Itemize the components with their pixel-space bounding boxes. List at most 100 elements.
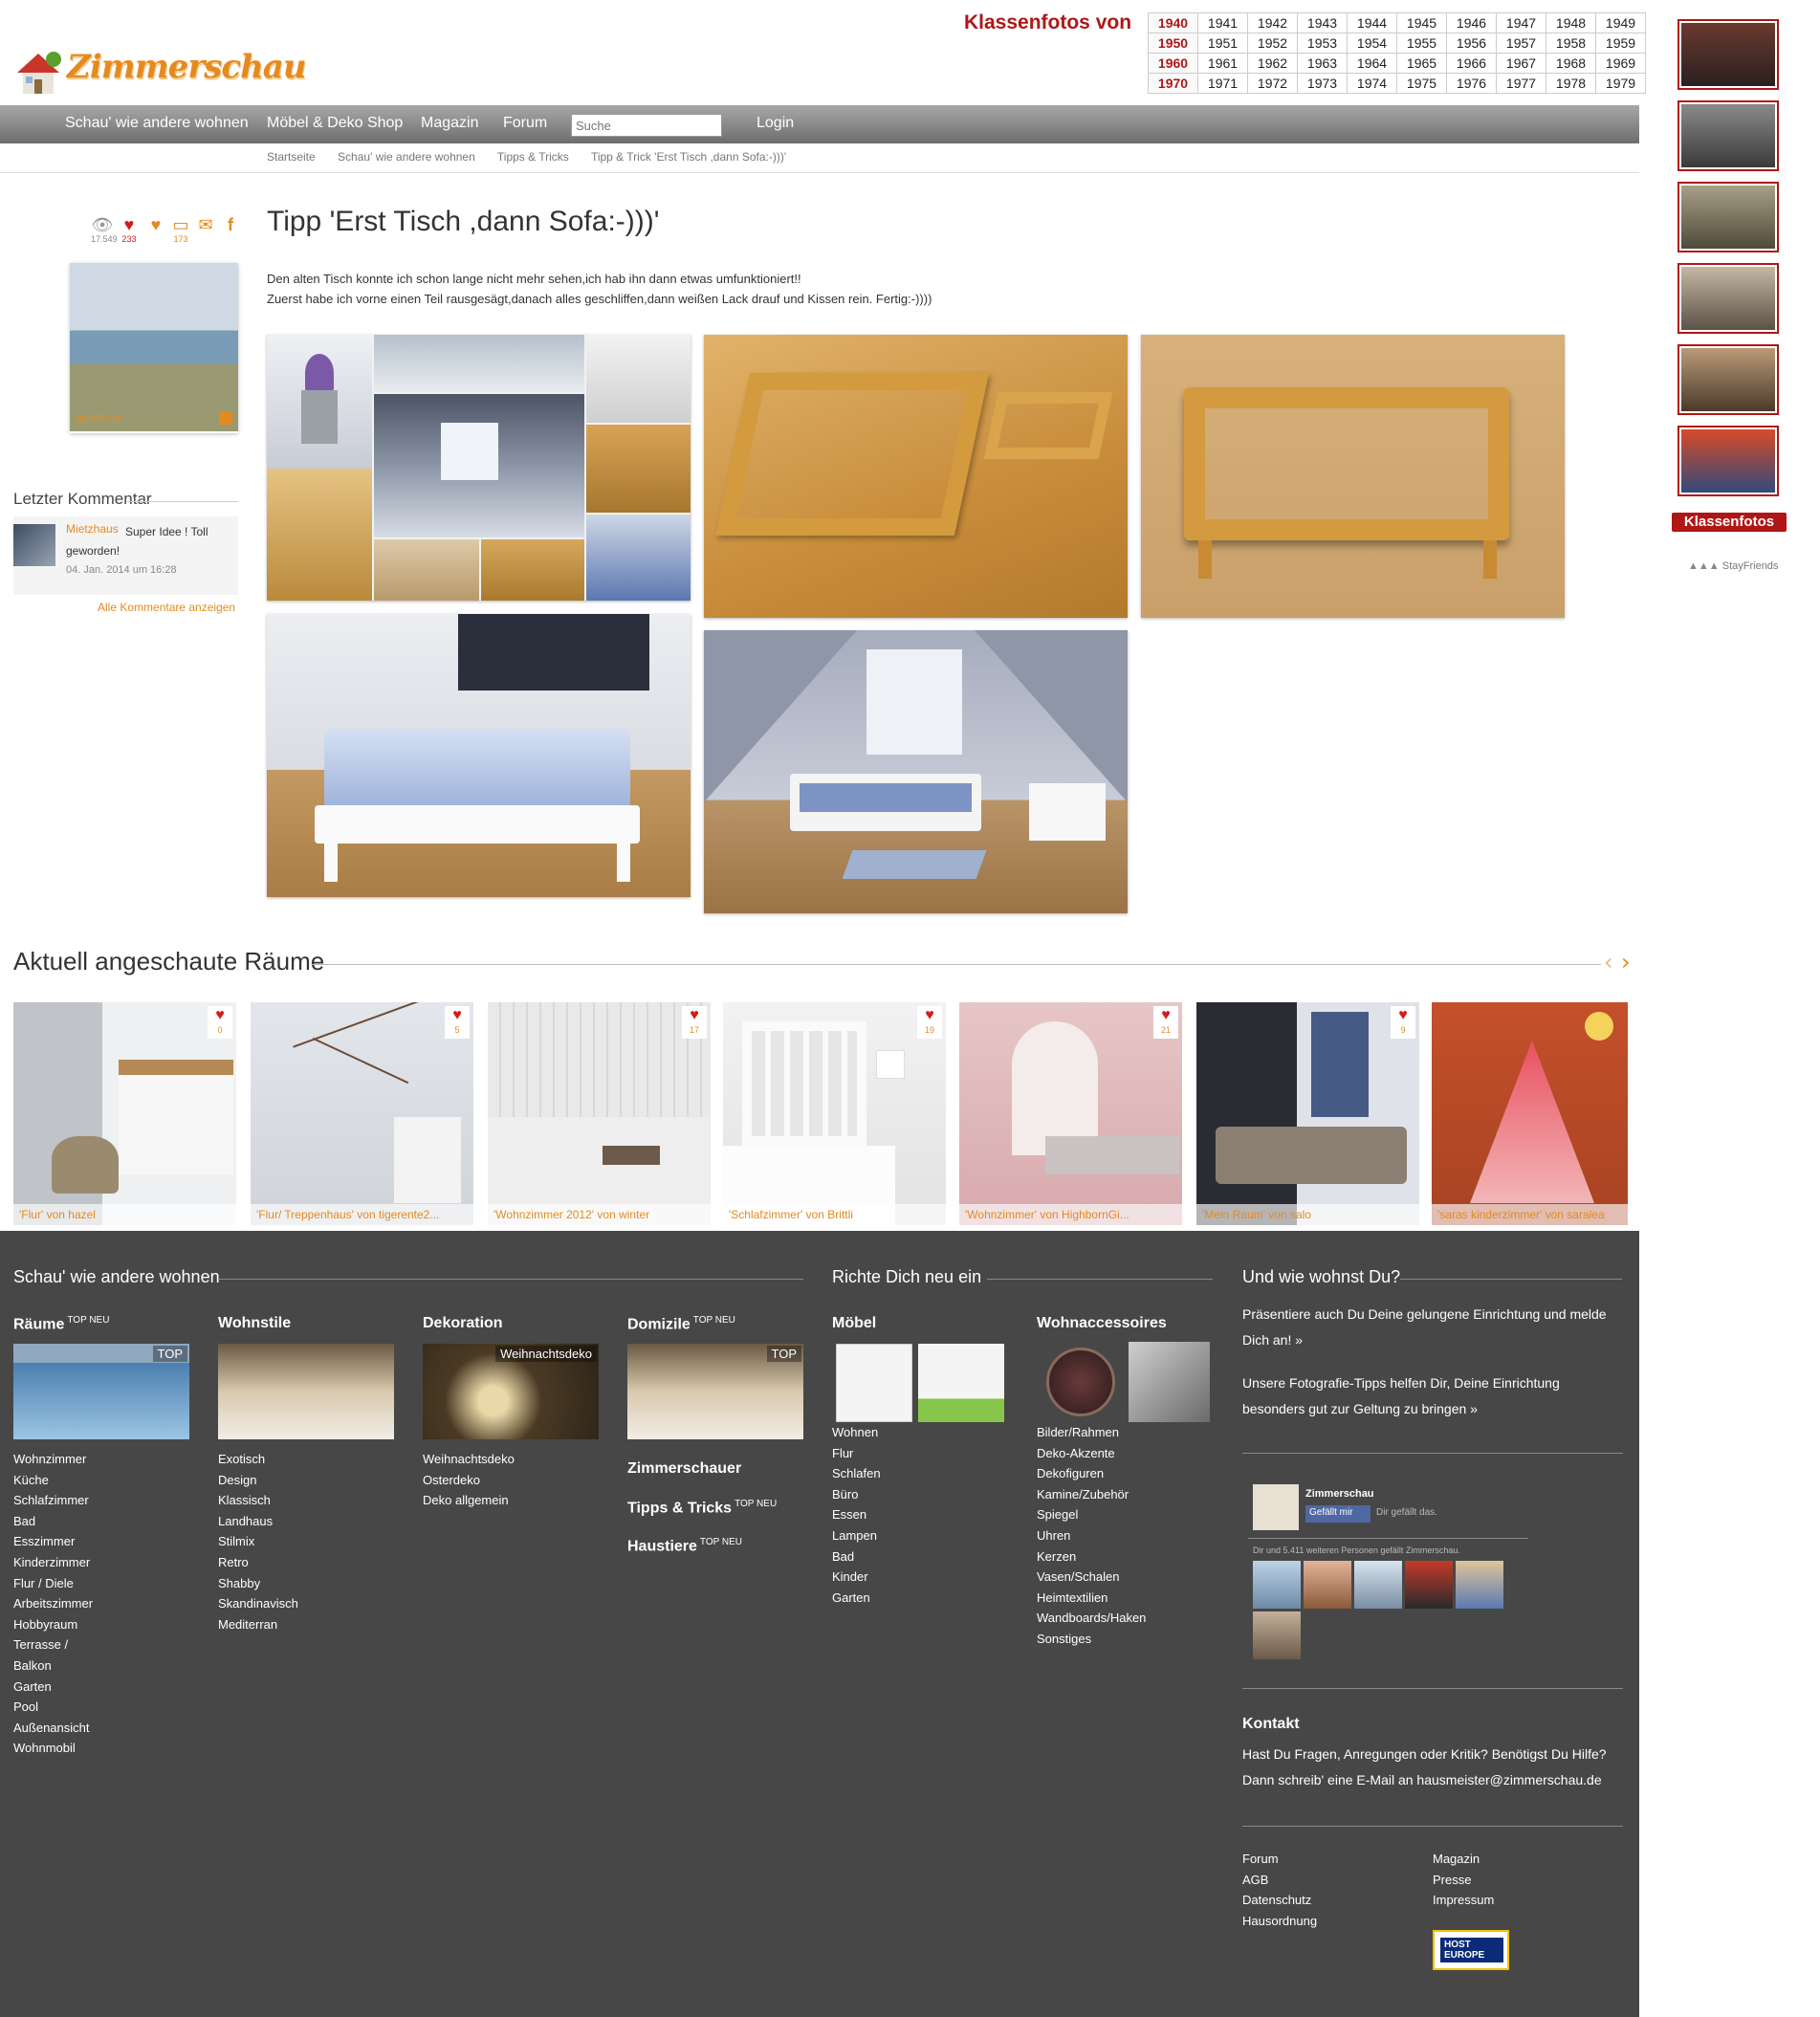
footer-link[interactable]: Schlafzimmer bbox=[13, 1490, 93, 1511]
footer-link[interactable]: Balkon bbox=[13, 1655, 93, 1677]
year-link[interactable]: 1950 bbox=[1148, 33, 1198, 54]
footer-link[interactable]: Shabby bbox=[218, 1573, 298, 1594]
year-link[interactable]: 1974 bbox=[1347, 73, 1397, 94]
year-link[interactable]: 1978 bbox=[1546, 73, 1596, 94]
year-link[interactable]: 1961 bbox=[1197, 53, 1248, 74]
likes-stat[interactable]: ♥ 233 bbox=[118, 215, 141, 244]
footer-link[interactable]: Design bbox=[218, 1470, 298, 1491]
like-badge[interactable]: ♥ 5 bbox=[445, 1006, 470, 1039]
footer-img-dekoration[interactable]: Weihnachtsdeko bbox=[423, 1344, 599, 1439]
breadcrumb-schau[interactable]: Schau' wie andere wohnen bbox=[338, 150, 475, 164]
footer-cat-wohnstile[interactable]: Wohnstile bbox=[218, 1315, 291, 1332]
klassenfotos-button[interactable]: Klassenfotos bbox=[1672, 513, 1787, 532]
klassenfoto-thumbnail[interactable] bbox=[1677, 100, 1779, 171]
year-link[interactable]: 1955 bbox=[1396, 33, 1447, 54]
year-link[interactable]: 1952 bbox=[1247, 33, 1298, 54]
avatar[interactable] bbox=[1405, 1561, 1453, 1609]
footer-link[interactable]: Datenschutz bbox=[1242, 1890, 1317, 1911]
year-link[interactable]: 1973 bbox=[1297, 73, 1348, 94]
footer-link[interactable]: Garten bbox=[13, 1677, 93, 1698]
stayfriends-logo[interactable]: ▲▲▲ StayFriends bbox=[1688, 560, 1778, 572]
footer-link[interactable]: Essen bbox=[832, 1504, 881, 1525]
author-name[interactable]: grandhasi bbox=[76, 412, 121, 424]
footer-link[interactable]: Schlafen bbox=[832, 1463, 881, 1484]
year-link[interactable]: 1967 bbox=[1496, 53, 1546, 74]
year-link[interactable]: 1941 bbox=[1197, 12, 1248, 33]
footer-link[interactable]: Klassisch bbox=[218, 1490, 298, 1511]
klassenfoto-thumbnail[interactable] bbox=[1677, 19, 1779, 90]
footer-link[interactable]: Bad bbox=[13, 1511, 93, 1532]
footer-link[interactable]: Heimtextilien bbox=[1037, 1588, 1146, 1609]
footer-link[interactable]: Kinder bbox=[832, 1567, 881, 1588]
footer-link[interactable]: Osterdeko bbox=[423, 1470, 515, 1491]
footer-link[interactable]: Retro bbox=[218, 1552, 298, 1573]
mirror-image[interactable] bbox=[1129, 1342, 1210, 1422]
recent-room-card[interactable]: 'saras kinderzimmer' von saralea bbox=[1432, 1002, 1628, 1225]
nav-login[interactable]: Login bbox=[757, 115, 794, 132]
footer-cat-dekoration[interactable]: Dekoration bbox=[423, 1315, 503, 1332]
footer-link[interactable]: Außenansicht bbox=[13, 1718, 93, 1739]
footer-img-domizile[interactable]: TOP bbox=[627, 1344, 803, 1439]
facebook-page-logo[interactable] bbox=[1253, 1484, 1299, 1530]
avatar[interactable] bbox=[1304, 1561, 1351, 1609]
year-link[interactable]: 1971 bbox=[1197, 73, 1248, 94]
footer-link[interactable]: Impressum bbox=[1433, 1890, 1494, 1911]
footer-link[interactable]: Mediterran bbox=[218, 1614, 298, 1635]
like-badge[interactable]: ♥ 9 bbox=[1391, 1006, 1415, 1039]
footer-link[interactable]: Deko-Akzente bbox=[1037, 1443, 1146, 1464]
like-badge[interactable]: ♥ 21 bbox=[1153, 1006, 1178, 1039]
footer-cat-domizile[interactable]: Domizile TOP NEU bbox=[627, 1315, 735, 1333]
register-text[interactable]: Präsentiere auch Du Deine gelungene Einr… bbox=[1242, 1302, 1625, 1353]
year-link[interactable]: 1954 bbox=[1347, 33, 1397, 54]
contact-text[interactable]: Hast Du Fragen, Anregungen oder Kritik? … bbox=[1242, 1742, 1625, 1793]
footer-link[interactable]: Skandinavisch bbox=[218, 1593, 298, 1614]
breadcrumb-tipps[interactable]: Tipps & Tricks bbox=[497, 150, 569, 164]
footer-link[interactable]: Wohnmobil bbox=[13, 1738, 93, 1759]
year-link[interactable]: 1964 bbox=[1347, 53, 1397, 74]
footer-link[interactable]: AGB bbox=[1242, 1870, 1317, 1891]
year-link[interactable]: 1966 bbox=[1446, 53, 1497, 74]
footer-link[interactable]: Dekofiguren bbox=[1037, 1463, 1146, 1484]
footer-link[interactable]: Weihnachtsdeko bbox=[423, 1449, 515, 1470]
footer-link[interactable]: Wohnen bbox=[832, 1422, 881, 1443]
footer-link[interactable]: Pool bbox=[13, 1697, 93, 1718]
year-link[interactable]: 1958 bbox=[1546, 33, 1596, 54]
nav-forum[interactable]: Forum bbox=[503, 115, 547, 132]
year-link[interactable]: 1949 bbox=[1595, 12, 1646, 33]
footer-link[interactable]: Garten bbox=[832, 1588, 881, 1609]
footer-link[interactable]: Deko allgemein bbox=[423, 1490, 515, 1511]
room-caption[interactable]: 'saras kinderzimmer' von saralea bbox=[1432, 1204, 1628, 1225]
recent-room-card[interactable]: ♥ 9 'Mein Raum' von salo bbox=[1196, 1002, 1419, 1225]
footer-link[interactable]: Bilder/Rahmen bbox=[1037, 1422, 1146, 1443]
footer-link[interactable]: Wandboards/Haken bbox=[1037, 1608, 1146, 1629]
recent-room-card[interactable]: ♥ 19 'Schlafzimmer' von Brittli bbox=[723, 1002, 946, 1225]
recent-room-card[interactable]: ♥ 21 'Wohnzimmer' von HighbornGi... bbox=[959, 1002, 1182, 1225]
avatar[interactable] bbox=[1253, 1561, 1301, 1609]
year-link[interactable]: 1951 bbox=[1197, 33, 1248, 54]
year-link[interactable]: 1942 bbox=[1247, 12, 1298, 33]
footer-cat-wohnaccessoires[interactable]: Wohnaccessoires bbox=[1037, 1315, 1167, 1332]
footer-link[interactable]: Flur / Diele bbox=[13, 1573, 93, 1594]
klassenfoto-thumbnail[interactable] bbox=[1677, 182, 1779, 252]
year-link[interactable]: 1975 bbox=[1396, 73, 1447, 94]
commenter-avatar[interactable] bbox=[13, 524, 55, 566]
footer-link[interactable]: Exotisch bbox=[218, 1449, 298, 1470]
year-link[interactable]: 1965 bbox=[1396, 53, 1447, 74]
all-comments-link[interactable]: Alle Kommentare anzeigen bbox=[98, 601, 235, 614]
footer-link[interactable]: Hobbyraum bbox=[13, 1614, 93, 1635]
search-input[interactable] bbox=[571, 114, 722, 137]
footer-link[interactable]: Flur bbox=[832, 1443, 881, 1464]
clock-image[interactable] bbox=[1046, 1348, 1115, 1416]
nav-magazin[interactable]: Magazin bbox=[421, 115, 478, 132]
chevron-left-icon[interactable]: ‹ bbox=[1604, 949, 1613, 976]
footer-link[interactable]: Vasen/Schalen bbox=[1037, 1567, 1146, 1588]
footer-link[interactable]: Stilmix bbox=[218, 1531, 298, 1552]
like-badge[interactable]: ♥ 17 bbox=[682, 1006, 707, 1039]
favorite-button[interactable]: ♥ bbox=[144, 215, 167, 234]
year-link[interactable]: 1968 bbox=[1546, 53, 1596, 74]
facebook-like-button[interactable]: Gefällt mir bbox=[1305, 1505, 1370, 1523]
recent-room-card[interactable]: ♥ 5 'Flur/ Treppenhaus' von tigerente2... bbox=[251, 1002, 473, 1225]
room-caption[interactable]: 'Wohnzimmer 2012' von winter bbox=[488, 1204, 711, 1225]
year-link[interactable]: 1947 bbox=[1496, 12, 1546, 33]
footer-link[interactable]: Sonstiges bbox=[1037, 1629, 1146, 1650]
